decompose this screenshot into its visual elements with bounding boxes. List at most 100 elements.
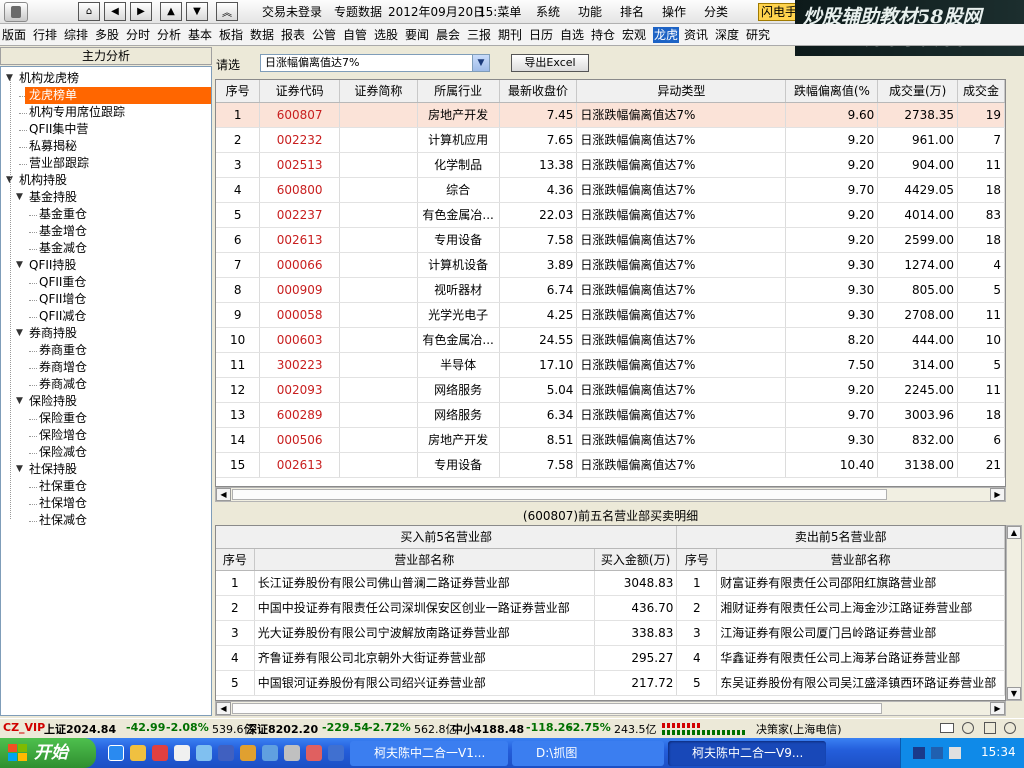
table-row[interactable]: 9 000058 光学光电子 4.25 日涨跌幅偏离值达7% 9.30 2708.00 11: [216, 302, 1005, 328]
menubar-item[interactable]: 多股: [95, 27, 119, 43]
main-table-hscroll[interactable]: ◀ ▶: [215, 487, 1006, 502]
menubar-item[interactable]: 自管: [343, 27, 367, 43]
quicklaunch-icon[interactable]: [130, 745, 146, 761]
arrow-left-icon[interactable]: ◀: [104, 2, 126, 21]
menubar-item[interactable]: 研究: [746, 27, 770, 43]
tree-toggle-icon[interactable]: ▼: [16, 328, 23, 338]
menu-operation[interactable]: 操作: [662, 3, 686, 21]
tree-item[interactable]: 券商增仓: [39, 359, 87, 376]
table-row[interactable]: 15 002613 专用设备 7.58 日涨跌幅偏离值达7% 10.40 3138.00 21: [216, 452, 1005, 478]
column-header[interactable]: 异动类型: [576, 80, 787, 103]
column-header[interactable]: 所属行业: [417, 80, 500, 103]
menubar-item[interactable]: 基本: [188, 27, 212, 43]
tree-item[interactable]: 基金持股: [29, 189, 77, 206]
menubar-item[interactable]: 综排: [64, 27, 88, 43]
tree-toggle-icon[interactable]: ▼: [16, 260, 23, 270]
tree-item[interactable]: 保险持股: [29, 393, 77, 410]
scroll-down-icon[interactable]: ▼: [1007, 687, 1021, 700]
table-row[interactable]: 3 002513 化学制品 13.38 日涨跌幅偏离值达7% 9.20 904.00 11: [216, 152, 1005, 178]
tree-item[interactable]: 机构专用席位跟踪: [29, 104, 125, 121]
arrow-down-icon[interactable]: ▼: [186, 2, 208, 21]
tree-item[interactable]: 社保减仓: [39, 512, 87, 529]
quicklaunch-icon[interactable]: [328, 745, 344, 761]
menubar-item[interactable]: 自选: [560, 27, 584, 43]
tree-item[interactable]: 基金增仓: [39, 223, 87, 240]
tree-item[interactable]: 营业部跟踪: [29, 155, 89, 172]
menu-menu[interactable]: 15:菜单: [478, 3, 521, 21]
menubar-item[interactable]: 深度: [715, 27, 739, 43]
quicklaunch-icon[interactable]: [218, 745, 234, 761]
scroll-left-icon[interactable]: ◀: [216, 702, 231, 715]
quicklaunch-icon[interactable]: [284, 745, 300, 761]
home-icon[interactable]: ⌂: [78, 2, 100, 21]
column-header[interactable]: 最新收盘价: [499, 80, 578, 103]
app-logo-icon[interactable]: [4, 2, 28, 22]
menubar-item[interactable]: 龙虎: [653, 27, 680, 43]
menubar-item[interactable]: 晨会: [436, 27, 460, 43]
zx-index[interactable]: 中小4188.48: [452, 721, 524, 737]
table-row[interactable]: 5 中国银河证券股份有限公司绍兴证券营业部 217.72 5 东吴证券股份有限公司吴江盛…: [216, 670, 1005, 696]
taskbar-task-folder[interactable]: D:\抓图: [512, 741, 664, 766]
tree-item[interactable]: 基金重仓: [39, 206, 87, 223]
login-status[interactable]: 交易未登录: [262, 3, 322, 21]
quicklaunch-icon[interactable]: [152, 745, 168, 761]
menubar-item[interactable]: 分时: [126, 27, 150, 43]
tree-toggle-icon[interactable]: ▼: [16, 396, 23, 406]
scroll-thumb[interactable]: [232, 703, 882, 714]
menubar-item[interactable]: 数据: [250, 27, 274, 43]
table-row[interactable]: 2 002232 计算机应用 7.65 日涨跌幅偏离值达7% 9.20 961.00 7: [216, 127, 1005, 153]
menu-ranking[interactable]: 排名: [620, 3, 644, 21]
table-row[interactable]: 12 002093 网络服务 5.04 日涨跌幅偏离值达7% 9.20 2245.00 11: [216, 377, 1005, 403]
tree-item[interactable]: QFII减仓: [39, 308, 86, 325]
tree-item[interactable]: 券商持股: [29, 325, 77, 342]
column-header[interactable]: 营业部名称: [254, 548, 595, 571]
table-row[interactable]: 4 600800 综合 4.36 日涨跌幅偏离值达7% 9.70 4429.05 18: [216, 177, 1005, 203]
table-row[interactable]: 10 000603 有色金属冶... 24.55 日涨跌幅偏离值达7% 8.20 444.0…: [216, 327, 1005, 353]
tree-item[interactable]: 券商减仓: [39, 376, 87, 393]
column-header[interactable]: 买入金额(万): [594, 548, 678, 571]
mail-icon[interactable]: [940, 723, 954, 733]
tree-item[interactable]: 保险增仓: [39, 427, 87, 444]
tree-item[interactable]: 龙虎榜单: [25, 87, 211, 104]
tray-icon[interactable]: [913, 747, 925, 759]
menubar-item[interactable]: 分析: [157, 27, 181, 43]
start-button[interactable]: 开始: [0, 738, 96, 768]
menu-category[interactable]: 分类: [704, 3, 728, 21]
taskbar-task-app1[interactable]: 柯夫陈中二合一V1...: [350, 741, 508, 766]
menubar-item[interactable]: 宏观: [622, 27, 646, 43]
tree-item[interactable]: QFII增仓: [39, 291, 86, 308]
taskbar-task-app2[interactable]: 柯夫陈中二合一V9...: [668, 741, 826, 766]
sh-index[interactable]: 上证2024.84: [44, 721, 116, 737]
volume-icon[interactable]: [949, 747, 961, 759]
column-header[interactable]: 成交量(万): [877, 80, 959, 103]
info-icon[interactable]: [962, 722, 974, 734]
table-row[interactable]: 8 000909 视听器材 6.74 日涨跌幅偏离值达7% 9.30 805.00 5: [216, 277, 1005, 303]
scroll-thumb[interactable]: [232, 489, 887, 500]
window-icon[interactable]: [984, 722, 996, 734]
tree-item[interactable]: 社保增仓: [39, 495, 87, 512]
tree-item[interactable]: 社保持股: [29, 461, 77, 478]
tree-item[interactable]: 基金减仓: [39, 240, 87, 257]
tree-item[interactable]: 保险减仓: [39, 444, 87, 461]
double-up-icon[interactable]: ︽: [216, 2, 238, 21]
quicklaunch-icon[interactable]: [174, 745, 190, 761]
column-header[interactable]: 成交金: [957, 80, 1005, 103]
scroll-right-icon[interactable]: ▶: [990, 702, 1005, 715]
menubar-item[interactable]: 资讯: [684, 27, 708, 43]
column-header[interactable]: 序号: [216, 548, 255, 571]
ie-icon[interactable]: [108, 745, 124, 761]
table-row[interactable]: 13 600289 网络服务 6.34 日涨跌幅偏离值达7% 9.70 3003.96 18: [216, 402, 1005, 428]
table-row[interactable]: 14 000506 房地产开发 8.51 日涨跌幅偏离值达7% 9.30 832.00 6: [216, 427, 1005, 453]
menubar-item[interactable]: 行排: [33, 27, 57, 43]
menu-topic-data[interactable]: 专题数据: [334, 3, 382, 21]
menubar-item[interactable]: 日历: [529, 27, 553, 43]
scroll-right-icon[interactable]: ▶: [990, 488, 1005, 501]
menubar-item[interactable]: 选股: [374, 27, 398, 43]
help-icon[interactable]: [1004, 722, 1016, 734]
quicklaunch-icon[interactable]: [240, 745, 256, 761]
filter-select[interactable]: 日涨幅偏离值达7% ▼: [260, 54, 490, 72]
tree-toggle-icon[interactable]: ▼: [16, 464, 23, 474]
menubar-item[interactable]: 报表: [281, 27, 305, 43]
menubar-item[interactable]: 三报: [467, 27, 491, 43]
arrow-right-icon[interactable]: ▶: [130, 2, 152, 21]
